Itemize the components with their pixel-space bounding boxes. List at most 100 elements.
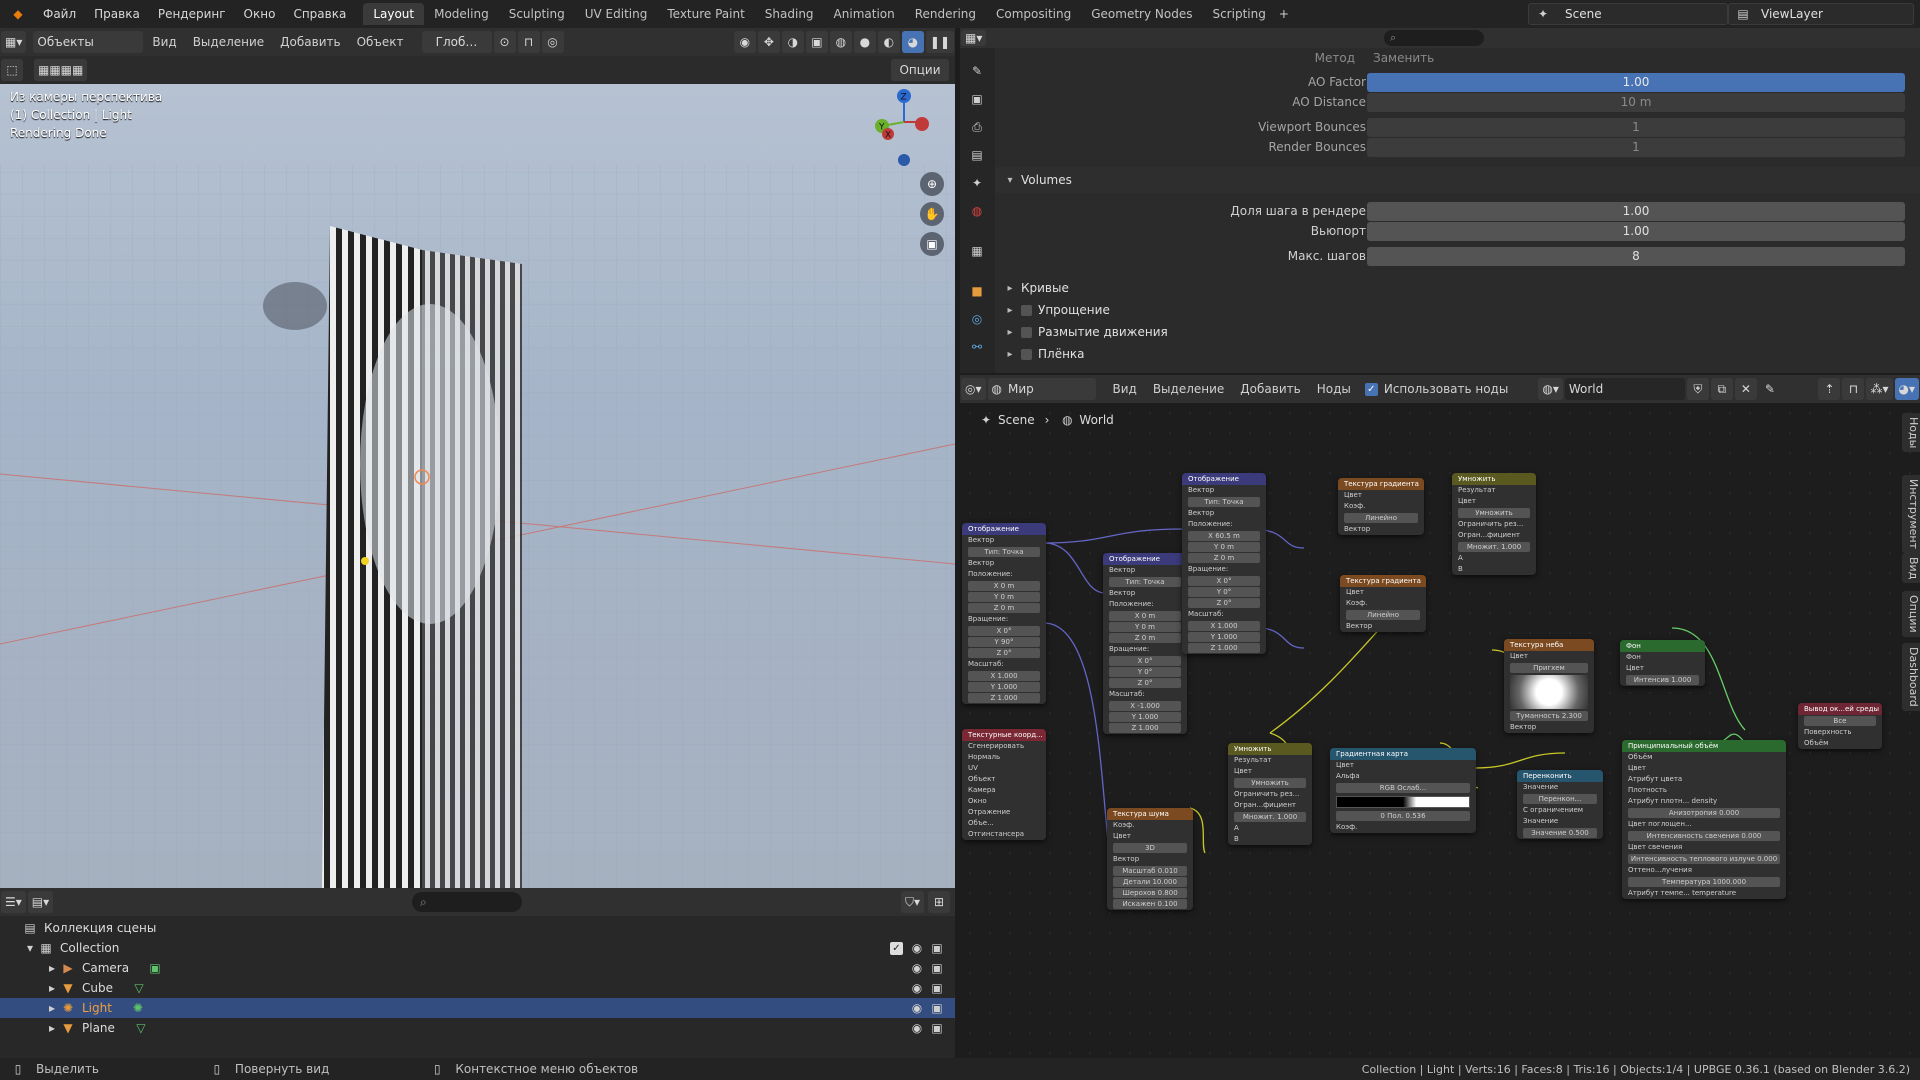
node-menu-2[interactable]: Добавить [1232,382,1308,396]
scene-selector[interactable]: ✦ Scene [1528,3,1728,25]
node-row[interactable]: Тип: Точка [968,547,1040,557]
node-row[interactable]: Множит. 1.000 [1458,542,1530,552]
node-row[interactable]: Z 0 m [1109,633,1181,643]
node-row[interactable]: Y 90° [968,637,1040,647]
node-row[interactable]: Множит. 1.000 [1234,812,1306,822]
outliner-row-cube[interactable]: ▸ ▼ Cube ▽ ◉ ▣ [0,978,955,998]
node-row[interactable]: Перенкон... [1523,794,1597,804]
overlay-icon[interactable]: ◑ [781,31,804,53]
eye-icon[interactable]: ◉ [909,981,925,995]
property-value-field[interactable]: 10 m [1367,92,1905,112]
node-row[interactable]: Анизотропия 0.000 [1628,808,1780,818]
node-noise[interactable]: Текстура шума Коэф. Цвет 3D Вектор Масштаб 0.… [1107,808,1193,910]
workspace-tab-2[interactable]: Sculpting [499,3,575,25]
workspace-tab-0[interactable]: Layout [363,3,425,25]
sidebar-tab-0[interactable]: Ноды [1902,413,1920,453]
data-icon[interactable]: ▽ [133,1021,149,1035]
workspace-tab-3[interactable]: UV Editing [575,3,658,25]
expand-icon[interactable]: ▾ [22,941,38,955]
data-icon[interactable]: ▽ [131,981,147,995]
node-row[interactable]: RGB Ослаб... [1336,783,1470,793]
render-icon[interactable]: ▣ [929,941,945,955]
node-editor[interactable]: ✦ Scene › ◍ World Отображение Вектор Тип: [960,403,1920,1058]
pivot-icon[interactable]: ⊙ [493,31,516,53]
world-name-field[interactable]: World [1564,378,1685,400]
zoom-icon[interactable]: ⊕ [920,172,944,196]
outliner-row-plane[interactable]: ▸ ▼ Plane ▽ ◉ ▣ [0,1018,955,1038]
node-row[interactable]: Пригхем [1510,663,1588,673]
node-row[interactable]: Линейно [1344,513,1418,523]
physics-tab-icon[interactable]: ◎ [969,312,985,326]
node-row[interactable]: Y 1.000 [968,682,1040,692]
node-title[interactable]: Текстура неба [1504,639,1594,651]
node-row[interactable]: Линейно [1346,610,1420,620]
node-title[interactable]: Текстура градиента [1340,575,1426,587]
select-mode-icon[interactable]: ▦▦▦▦ [34,59,88,81]
sidebar-tab-2[interactable]: Вид [1902,553,1920,584]
viewlayer-tab-icon[interactable]: ▤ [969,148,985,162]
menu-item-4[interactable]: Справка [284,7,355,21]
node-row[interactable]: Z 0° [1109,678,1181,688]
visibility-icon[interactable]: ◉ [733,31,756,53]
workspace-tab-1[interactable]: Modeling [424,3,499,25]
add-workspace-icon[interactable]: + [1276,7,1292,21]
data-icon[interactable]: ▣ [147,961,163,975]
sidebar-tab-4[interactable]: Dashboard [1902,643,1920,711]
node-row[interactable]: Туманность 2.300 [1510,711,1588,721]
node-ramp[interactable]: Градиентная карта Цвет Альфа RGB Ослаб... 0 … [1330,748,1476,833]
sidebar-tab-3[interactable]: Опции [1902,591,1920,637]
node-out[interactable]: Вывод ок...ей среды Все Поверхность Объём [1798,703,1882,749]
node-row[interactable]: Y 0 m [1188,542,1260,552]
navigation-gizmo[interactable]: Z Y X [864,86,936,166]
eye-icon[interactable]: ◉ [909,1021,925,1035]
blender-logo-icon[interactable]: ◆ [10,7,26,21]
pan-icon[interactable]: ✋ [920,202,944,226]
scene-collection-row[interactable]: ▤ Коллекция сцены [0,918,955,938]
node-mult2[interactable]: Умножить Результат Цвет Умножить Ограничить … [1228,743,1312,845]
node-row[interactable]: Детали 10.000 [1113,877,1187,887]
node-title[interactable]: Умножить [1228,743,1312,755]
viewport-menu-3[interactable]: Объект [349,35,412,49]
node-sky[interactable]: Текстура неба Цвет Пригхем Туманность 2.300… [1504,639,1594,733]
menu-item-0[interactable]: Файл [34,7,85,21]
panel-enable-checkbox[interactable] [1021,326,1032,338]
node-title[interactable]: Отображение [1182,473,1266,485]
scene-tab-icon[interactable]: ✦ [969,176,985,190]
outliner-search[interactable]: ⌕ [412,892,522,912]
duplicate-icon[interactable]: ⧉ [1710,378,1733,400]
color-ramp-bar[interactable] [1336,796,1470,808]
fake-user-icon[interactable]: ⛨ [1686,378,1709,400]
node-row[interactable]: Масштаб 0.010 [1113,866,1187,876]
viewport-menu-2[interactable]: Добавить [272,35,348,49]
node-row[interactable]: Все [1804,716,1876,726]
node-row[interactable]: X 0 m [1109,611,1181,621]
world-tab-icon[interactable]: ◍ [969,204,985,218]
shading-material-icon[interactable]: ◐ [877,31,900,53]
menu-item-2[interactable]: Рендеринг [149,7,235,21]
tool-tab-icon[interactable]: ✎ [969,64,985,78]
expand-icon[interactable]: ▸ [44,981,60,995]
shader-type-selector[interactable]: ◍ Мир [987,378,1096,400]
node-row[interactable]: X 0 m [968,581,1040,591]
method-value[interactable]: Заменить [1373,51,1434,65]
node-row[interactable]: Искажен 0.100 [1113,899,1187,909]
node-row[interactable]: 3D [1113,843,1187,853]
editor-type-button[interactable]: ▦▾ [1,31,27,53]
sidebar-tab-1[interactable]: Инструмент [1902,475,1920,554]
constraint-tab-icon[interactable]: ⚯ [969,340,985,354]
parent-icon[interactable]: ⇡ [1818,378,1841,400]
mode-selector[interactable]: Объекты [33,31,144,53]
node-row[interactable]: Умножить [1234,778,1306,788]
node-row[interactable]: Y 0 m [1109,622,1181,632]
node-row[interactable]: Интенсивность свечения 0.000 [1628,831,1780,841]
node-title[interactable]: Отображение [1103,553,1187,565]
expand-icon[interactable]: ▸ [44,1021,60,1035]
object-tab-icon[interactable]: ■ [969,284,985,298]
workspace-tab-8[interactable]: Compositing [986,3,1081,25]
select-tool-icon[interactable]: ⬚ [1,59,23,81]
transform-orientation[interactable]: Глоб… [421,31,492,53]
node-row[interactable]: X 0° [1188,576,1260,586]
outliner-row-light[interactable]: ▸ ✺ Light ✺ ◉ ▣ [0,998,955,1018]
node-map3[interactable]: Отображение Вектор Тип: Точка Вектор Положен… [1182,473,1266,654]
node-row[interactable]: Z 1.000 [1109,723,1181,733]
